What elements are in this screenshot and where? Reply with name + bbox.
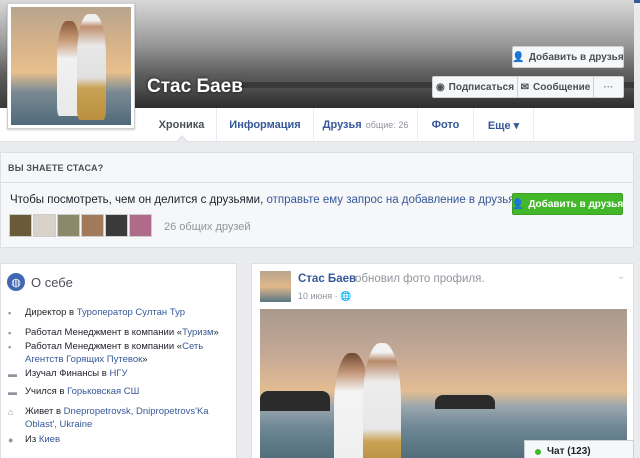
chevron-down-icon[interactable]: ⌄ (617, 271, 625, 282)
about-row: ▪ Директор в Туроператор Султан Тур (8, 306, 234, 319)
tab-label: Еще ▾ (487, 119, 520, 132)
friend-avatar[interactable] (57, 214, 80, 237)
rss-icon: ◉ (435, 81, 445, 93)
about-row-text: Работал Менеджмент в компании « (25, 341, 183, 352)
add-friend-green-label: Добавить в друзья (528, 198, 624, 210)
do-you-know-box: ВЫ ЗНАЕТЕ СТАСА? Чтобы посмотреть, чем о… (0, 152, 634, 248)
tab-label: Хроника (158, 119, 205, 131)
photo-figure (77, 14, 106, 121)
profile-picture[interactable] (7, 3, 135, 129)
chat-label: Чат (123) (547, 446, 591, 457)
add-person-icon: 👤 (511, 198, 525, 210)
photo-figure (363, 343, 401, 458)
active-tab-pointer-fill (177, 137, 187, 143)
mutual-friends-link[interactable]: 26 общих друзей (164, 221, 251, 233)
subscribe-label: Подписаться (448, 81, 515, 93)
message-icon: ✉ (520, 81, 529, 93)
more-options-button[interactable]: ··· (593, 76, 624, 98)
tab-about[interactable]: Информация (217, 108, 314, 142)
add-person-icon: 👤 (512, 51, 525, 63)
profile-picture-image (11, 7, 131, 125)
tab-friends[interactable]: Друзья общие: 26 (314, 108, 418, 142)
tab-photos[interactable]: Фото (418, 108, 474, 142)
friend-avatar[interactable] (105, 214, 128, 237)
globe-icon: 🌐 (340, 291, 352, 301)
about-row: ● Из Киев (8, 433, 234, 446)
about-row-text: Из (25, 434, 39, 445)
about-title: О себе (31, 274, 73, 290)
mutual-friends-list (9, 214, 152, 237)
about-row-text: » (213, 327, 219, 338)
briefcase-icon: ▪ (8, 308, 12, 318)
graduation-cap-icon: ▬ (8, 369, 17, 379)
online-status-icon (535, 448, 541, 455)
about-row: ▪ Работал Менеджмент в компании «Туризм» (8, 326, 234, 339)
timeline-post: Стас Баев обновил фото профиля. 10 июня … (251, 263, 634, 458)
about-row: ▪ Работал Менеджмент в компании «Сеть Аге… (8, 340, 234, 366)
about-row: ⌂ Живет в Dnepropetrovsk, Dnipropetrovs'K… (8, 405, 234, 431)
post-author-name[interactable]: Стас Баев (298, 273, 356, 285)
about-row: ▬ Учился в Горьковская СШ (8, 385, 234, 398)
message-label: Сообщение (533, 81, 591, 93)
briefcase-icon: ▪ (8, 328, 12, 338)
globe-icon: ◍ (7, 273, 25, 291)
post-author-avatar[interactable] (260, 271, 291, 302)
location-pin-icon: ● (8, 435, 14, 445)
graduation-cap-icon: ▬ (8, 387, 17, 397)
post-photo[interactable] (260, 309, 627, 458)
home-icon: ⌂ (8, 407, 14, 417)
photo-treeline (260, 391, 330, 411)
know-heading: ВЫ ЗНАЕТЕ СТАСА? (1, 153, 633, 183)
about-row-link[interactable]: Горьковская СШ (67, 386, 139, 397)
post-action-text: обновил фото профиля. (355, 273, 485, 285)
about-row-text: Работал Менеджмент в компании « (25, 327, 183, 338)
about-row-text: Директор в (25, 307, 77, 318)
photo-treeline (435, 395, 495, 409)
tab-label: Информация (229, 119, 301, 131)
post-date-text: 10 июня · (298, 291, 341, 301)
briefcase-icon: ▪ (8, 342, 12, 352)
message-button[interactable]: ✉ Сообщение (517, 76, 594, 98)
subscribe-button[interactable]: ◉ Подписаться (432, 76, 518, 98)
add-friend-label: Добавить в друзья (528, 51, 624, 63)
about-row-text: Живет в (25, 406, 64, 417)
about-row-link[interactable]: НГУ (109, 368, 127, 379)
post-date[interactable]: 10 июня · 🌐 (298, 291, 351, 302)
profile-name[interactable]: Стас Баев (147, 76, 243, 98)
friend-avatar[interactable] (129, 214, 152, 237)
friend-avatar[interactable] (81, 214, 104, 237)
about-row-text: Изучал Финансы в (25, 368, 110, 379)
about-row-link[interactable]: Туризм (182, 327, 213, 338)
chat-bar[interactable]: Чат (123) (524, 440, 634, 458)
tab-label: Фото (431, 119, 460, 131)
add-friend-button[interactable]: 👤 Добавить в друзья (512, 46, 624, 68)
about-row-link[interactable]: Киев (39, 434, 60, 445)
about-row-link[interactable]: Туроператор Султан Тур (77, 307, 185, 318)
about-row-text: Учился в (25, 386, 68, 397)
friend-avatar[interactable] (33, 214, 56, 237)
send-request-link[interactable]: отправьте ему запрос на добавление в дру… (266, 194, 517, 206)
more-label: ··· (603, 81, 614, 93)
know-description: Чтобы посмотреть, чем он делится с друзь… (10, 194, 518, 206)
know-text: Чтобы посмотреть, чем он делится с друзь… (10, 194, 267, 206)
tab-label: Друзья (322, 119, 362, 131)
mutual-friends-count: общие: 26 (365, 120, 409, 130)
friend-avatar[interactable] (9, 214, 32, 237)
about-row: ▬ Изучал Финансы в НГУ (8, 367, 234, 380)
about-panel: ◍ О себе ▪ Директор в Туроператор Султан … (0, 263, 237, 458)
about-heading: ◍ О себе (7, 273, 73, 291)
about-row-text: » (142, 354, 148, 365)
add-friend-green-button[interactable]: 👤 Добавить в друзья (512, 193, 623, 215)
tab-more[interactable]: Еще ▾ (474, 108, 534, 142)
